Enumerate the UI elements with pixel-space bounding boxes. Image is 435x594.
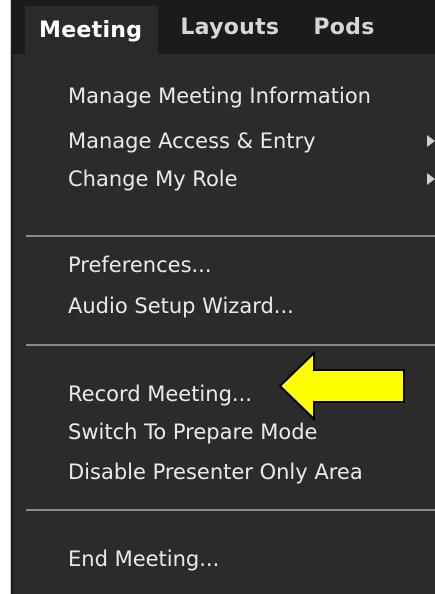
menu-item-manage-meeting-information[interactable]: Manage Meeting Information [68,81,371,111]
meeting-dropdown: Manage Meeting Information Manage Access… [11,54,435,594]
menu-item-label: End Meeting... [68,547,220,571]
menu-item-disable-presenter-only-area[interactable]: Disable Presenter Only Area [68,457,363,487]
menu-separator [26,509,435,511]
menu-pods-label: Pods [313,14,375,40]
menu-item-label: Switch To Prepare Mode [68,420,318,444]
menu-item-label: Manage Access & Entry [68,129,316,153]
menu-item-preferences[interactable]: Preferences... [68,250,212,280]
menu-item-label: Audio Setup Wizard... [68,294,294,318]
menu-item-label: Disable Presenter Only Area [68,460,363,484]
window-edge [0,0,11,594]
menu-item-label: Record Meeting... [68,382,252,406]
menu-item-manage-access-entry[interactable]: Manage Access & Entry [68,126,316,156]
submenu-arrow-icon [427,173,435,185]
submenu-arrow-icon [427,135,435,147]
arrow-left-icon [278,350,405,422]
menu-separator [26,344,435,346]
menu-item-audio-setup-wizard[interactable]: Audio Setup Wizard... [68,291,294,321]
menu-pods[interactable]: Pods [299,0,388,54]
menu-item-label: Preferences... [68,253,212,277]
screenshot-frame: Meeting Layouts Pods Manage Meeting Info… [0,0,435,594]
menu-item-change-my-role[interactable]: Change My Role [68,164,238,194]
menu-meeting-label: Meeting [39,17,143,43]
menu-layouts-label: Layouts [180,14,280,40]
arrow-left-icon-shape [278,350,405,422]
menu-layouts[interactable]: Layouts [166,0,293,54]
menu-item-label: Manage Meeting Information [68,84,371,108]
menu-item-end-meeting[interactable]: End Meeting... [68,544,219,574]
menu-separator [26,235,435,237]
menubar: Meeting Layouts Pods [11,0,435,54]
menu-item-label: Change My Role [68,167,238,191]
menu-item-record-meeting[interactable]: Record Meeting... [68,379,252,409]
menu-meeting[interactable]: Meeting [25,6,159,54]
